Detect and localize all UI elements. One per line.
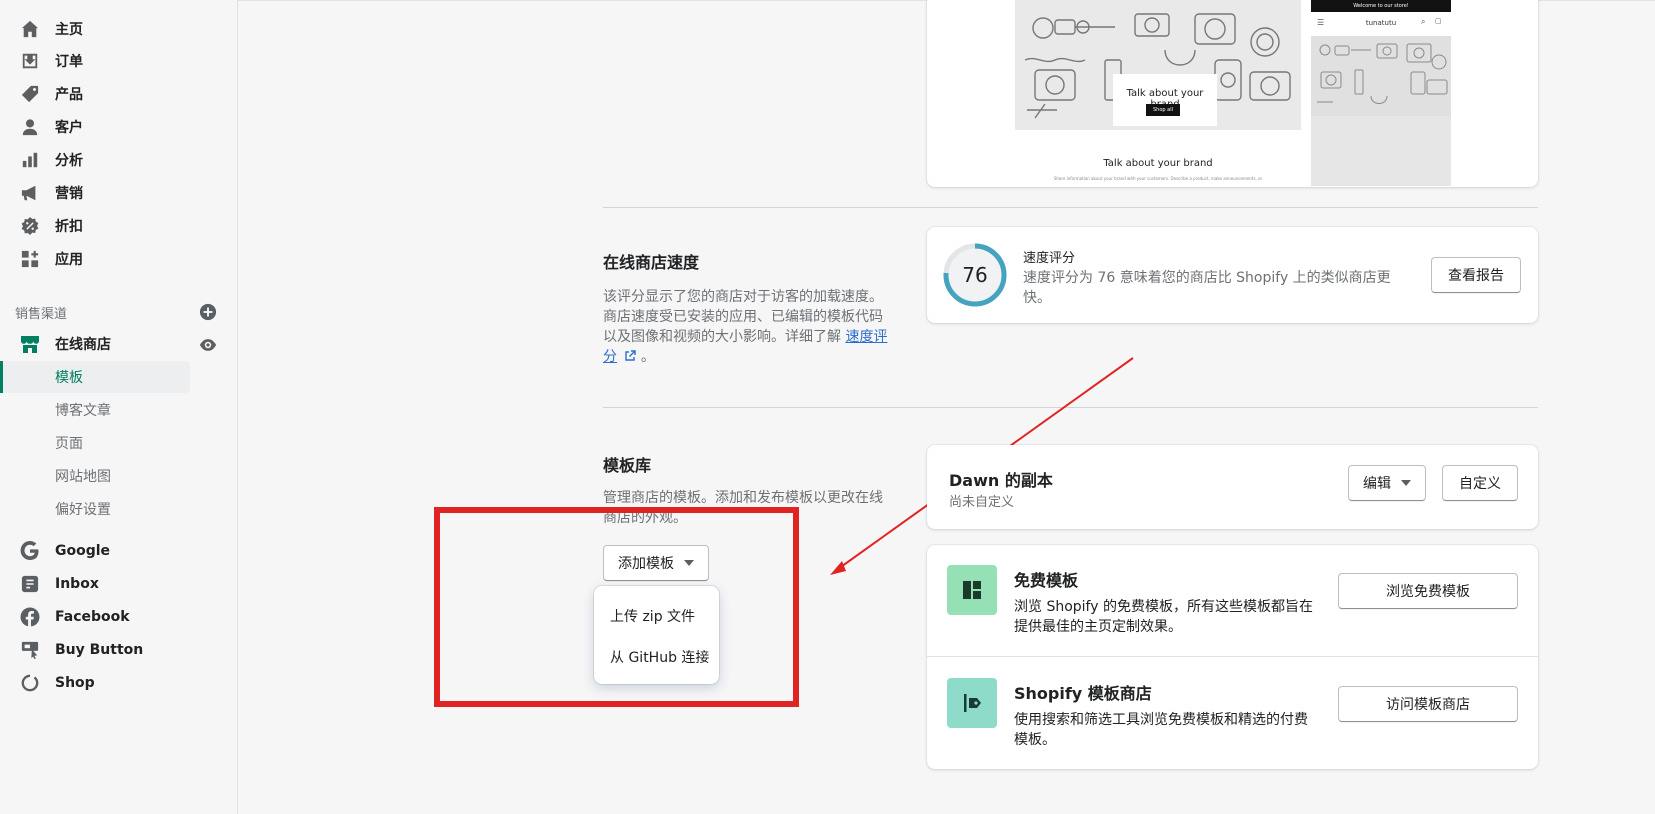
sidebar-item-orders[interactable]: 订单 (0, 45, 238, 77)
sidebar-subitem-pages[interactable]: 页面 (0, 427, 190, 459)
facebook-icon (20, 607, 40, 627)
speed-section-description: 该评分显示了您的商店对于访客的加载速度。商店速度受已安装的应用、已编辑的模板代码… (603, 287, 891, 368)
theme-store-icon (947, 678, 997, 728)
edit-theme-button[interactable]: 编辑 (1348, 465, 1426, 501)
footer-heading: Talk about your brand (1103, 158, 1213, 169)
sidebar-subitem-preferences[interactable]: 偏好设置 (0, 493, 190, 525)
inbox-icon (20, 574, 40, 594)
sidebar-item-customers[interactable]: 客户 (0, 111, 238, 143)
sidebar-item-products[interactable]: 产品 (0, 78, 238, 110)
speed-score-value: 76 (962, 263, 988, 287)
search-icon: ⌕ (1421, 17, 1426, 26)
sidebar-item-google[interactable]: Google (0, 535, 238, 567)
sidebar-subitem-blog-posts[interactable]: 博客文章 (0, 394, 190, 426)
sidebar-item-marketing[interactable]: 营销 (0, 177, 238, 209)
sidebar-item-label: 网站地图 (55, 469, 111, 485)
footer-text: Share information about your brand with … (1053, 176, 1263, 181)
google-icon (20, 541, 40, 561)
annotation-highlight-box (434, 507, 799, 707)
theme-store-description: 使用搜索和筛选工具浏览免费模板和精选的付费模板。 (1014, 712, 1308, 748)
sidebar-item-home[interactable]: 主页 (0, 13, 238, 45)
sidebar-item-label: 产品 (55, 87, 83, 103)
speed-score-card: 76 速度评分 速度评分为 76 意味着您的商店比 Shopify 上的类似商店… (927, 227, 1538, 323)
store-icon (20, 334, 40, 354)
edit-label: 编辑 (1363, 476, 1391, 492)
sidebar-item-analytics[interactable]: 分析 (0, 144, 238, 176)
store-name: tunatutu (1365, 19, 1397, 27)
sidebar-item-label: 页面 (55, 436, 83, 452)
sidebar-item-label: 模板 (55, 370, 83, 386)
sidebar-item-label: 应用 (55, 252, 83, 268)
speed-score-label: 速度评分 (1023, 251, 1076, 266)
section-divider (603, 407, 1538, 408)
customize-button[interactable]: 自定义 (1442, 465, 1518, 501)
sidebar-item-label: 订单 (55, 54, 83, 70)
announcement-bar: Welcome to our store! (1311, 0, 1451, 12)
sales-channels-heading: 销售渠道 (15, 307, 68, 322)
browse-free-themes-button[interactable]: 浏览免费模板 (1338, 573, 1518, 609)
current-theme-card: Dawn 的副本 尚未自定义 编辑 自定义 (927, 445, 1538, 529)
sidebar-item-shop[interactable]: Shop (0, 667, 238, 699)
chevron-down-icon (1401, 480, 1411, 486)
banner-button: Shop all (1146, 104, 1180, 116)
sidebar: 主页 订单 产品 客户 分析 营销 折扣 应用 销售渠道 在线商店 模板 博客文… (0, 0, 238, 814)
shop-icon (20, 673, 40, 693)
sidebar-subitem-navigation[interactable]: 网站地图 (0, 460, 190, 492)
sidebar-item-label: 主页 (55, 22, 83, 38)
orders-icon (20, 51, 40, 71)
sidebar-item-label: Shop (55, 675, 95, 691)
free-themes-title: 免费模板 (1014, 571, 1079, 590)
free-themes-icon (947, 565, 997, 615)
discount-icon (20, 216, 40, 236)
add-channel-icon[interactable] (199, 303, 217, 321)
free-themes-description: 浏览 Shopify 的免费模板，所有这些模板都旨在提供最佳的主页定制效果。 (1014, 599, 1313, 635)
cart-icon: ▢ (1435, 17, 1442, 25)
external-link-icon[interactable] (624, 348, 637, 368)
speed-description-end: 。 (640, 349, 655, 365)
library-section-title: 模板库 (603, 456, 652, 475)
sidebar-item-inbox[interactable]: Inbox (0, 568, 238, 600)
mobile-preview: Welcome to our store! ☰ tunatutu ⌕ ▢ (1311, 0, 1451, 186)
visit-theme-store-button[interactable]: 访问模板商店 (1338, 686, 1518, 722)
sidebar-item-apps[interactable]: 应用 (0, 243, 238, 275)
buy-button-icon (20, 640, 40, 660)
sidebar-item-label: Facebook (55, 609, 130, 625)
sidebar-item-discounts[interactable]: 折扣 (0, 210, 238, 242)
speed-score-description: 速度评分为 76 意味着您的商店比 Shopify 上的类似商店更快。 (1023, 270, 1391, 306)
analytics-icon (20, 150, 40, 170)
sidebar-item-label: 营销 (55, 186, 83, 202)
view-report-button[interactable]: 查看报告 (1431, 257, 1521, 293)
sidebar-item-label: 在线商店 (55, 337, 111, 353)
sidebar-subitem-themes[interactable]: 模板 (0, 361, 190, 393)
sidebar-item-label: Inbox (55, 576, 99, 592)
sidebar-item-label: 客户 (55, 120, 83, 136)
speed-description-text: 该评分显示了您的商店对于访客的加载速度。商店速度受已安装的应用、已编辑的模板代码… (603, 289, 883, 345)
apps-icon (20, 249, 40, 269)
tag-icon (20, 84, 40, 104)
sidebar-item-label: 分析 (55, 153, 83, 169)
theme-status: 尚未自定义 (949, 495, 1015, 510)
desktop-preview: Talk about your brand Shop all Talk abou… (1015, 0, 1301, 186)
home-icon (20, 19, 40, 39)
speed-score-gauge: 76 (943, 243, 1007, 307)
section-divider (603, 207, 1538, 208)
theme-sources-card: 免费模板 浏览 Shopify 的免费模板，所有这些模板都旨在提供最佳的主页定制… (927, 545, 1538, 769)
speed-section-title: 在线商店速度 (603, 253, 700, 272)
theme-name: Dawn 的副本 (949, 471, 1053, 490)
eye-icon[interactable] (199, 336, 217, 354)
theme-preview-card: Talk about your brand Shop all Talk abou… (927, 0, 1538, 187)
theme-store-title: Shopify 模板商店 (1014, 684, 1152, 703)
customer-icon (20, 117, 40, 137)
sidebar-item-facebook[interactable]: Facebook (0, 601, 238, 633)
sidebar-item-label: 博客文章 (55, 403, 111, 419)
megaphone-icon (20, 183, 40, 203)
sidebar-item-label: 偏好设置 (55, 502, 111, 518)
sidebar-item-label: Google (55, 543, 111, 559)
card-divider (927, 656, 1538, 657)
sidebar-item-label: Buy Button (55, 642, 144, 658)
sidebar-item-label: 折扣 (55, 219, 83, 235)
mobile-illustration (1311, 36, 1451, 186)
sidebar-item-buy-button[interactable]: Buy Button (0, 634, 238, 666)
